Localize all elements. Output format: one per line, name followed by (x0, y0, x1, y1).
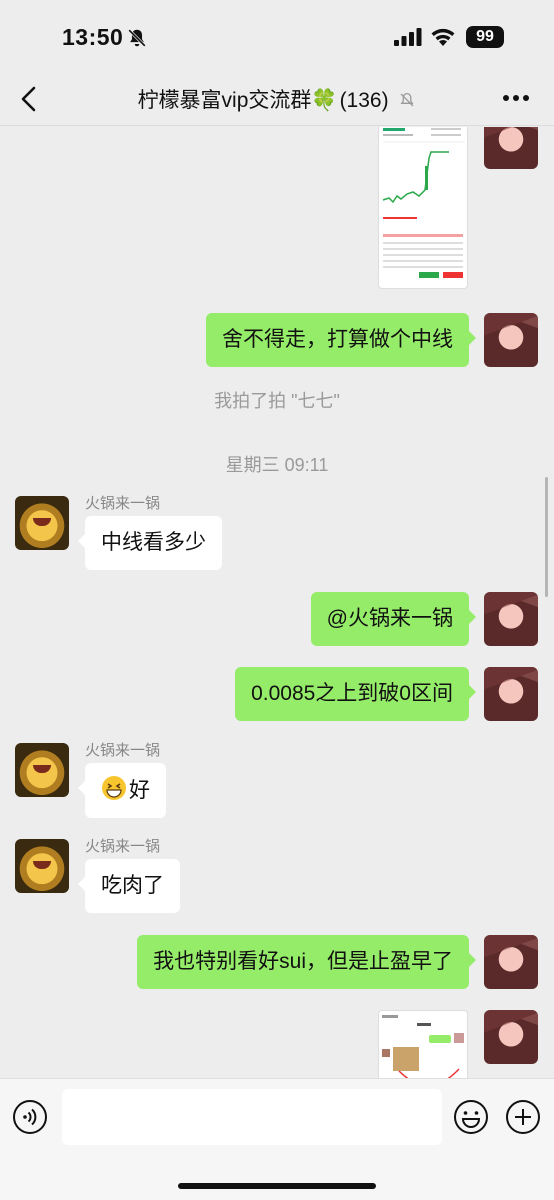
message-bubble[interactable]: 吃肉了 (78, 859, 180, 913)
avatar-me[interactable] (484, 1010, 538, 1064)
bell-off-icon (128, 29, 146, 47)
avatar-huoguo[interactable] (15, 496, 69, 550)
signal-icon (394, 28, 422, 46)
avatar-me[interactable] (484, 313, 538, 367)
home-indicator[interactable] (178, 1183, 376, 1189)
battery-indicator: 99 (466, 26, 504, 48)
avatar-huoguo[interactable] (15, 839, 69, 893)
scroll-indicator[interactable] (545, 477, 548, 597)
status-time: 13:50 (62, 24, 124, 50)
message-bubble[interactable]: @火锅来一锅 (310, 592, 477, 646)
message-input[interactable] (62, 1089, 442, 1145)
status-bar: 13:50 99 (0, 0, 554, 74)
avatar-me[interactable] (484, 667, 538, 721)
pat-notice: 我拍了拍 "七七" (214, 391, 340, 411)
sender-name: 火锅来一锅 (85, 838, 161, 855)
plus-icon[interactable] (505, 1099, 541, 1135)
chat-header: 柠檬暴富vip交流群🍀(136) (0, 74, 554, 126)
avatar-huoguo[interactable] (15, 743, 69, 797)
chat-title[interactable]: 柠檬暴富vip交流群🍀(136) (0, 84, 554, 114)
sender-name: 火锅来一锅 (85, 495, 161, 512)
sender-name: 火锅来一锅 (85, 742, 161, 759)
chat-screenshot-thumbnail (382, 1015, 464, 1078)
wifi-icon (431, 28, 455, 46)
message-list[interactable]: 舍不得走，打算做个中线 我拍了拍 "七七" 星期三 09:11 火锅来一锅 中线… (0, 127, 554, 1078)
message-bubble[interactable]: 中线看多少 (78, 516, 222, 570)
voice-icon[interactable] (12, 1099, 48, 1135)
more-icon[interactable] (502, 94, 530, 102)
emoji-icon[interactable] (453, 1099, 489, 1135)
image-message-screenshot[interactable] (378, 1010, 468, 1078)
avatar-me[interactable] (484, 935, 538, 989)
member-count: (136) (339, 89, 389, 112)
chart-screenshot-thumbnail (382, 128, 465, 278)
image-message-chart[interactable] (378, 127, 468, 289)
message-bubble[interactable]: 舍不得走，打算做个中线 (206, 313, 476, 367)
input-bar (0, 1078, 554, 1200)
timestamp: 星期三 09:11 (225, 455, 329, 475)
group-name: 柠檬暴富vip交流群🍀 (137, 89, 338, 112)
avatar-me[interactable] (484, 592, 538, 646)
message-text: 好 (129, 779, 150, 802)
message-bubble[interactable]: 我也特别看好sui，但是止盈早了 (137, 935, 476, 989)
grin-emoji-icon (102, 776, 126, 800)
message-bubble[interactable]: 0.0085之上到破0区间 (235, 667, 476, 721)
message-bubble[interactable]: 好 (78, 763, 166, 818)
mute-icon (400, 92, 414, 107)
avatar-me[interactable] (484, 127, 538, 169)
